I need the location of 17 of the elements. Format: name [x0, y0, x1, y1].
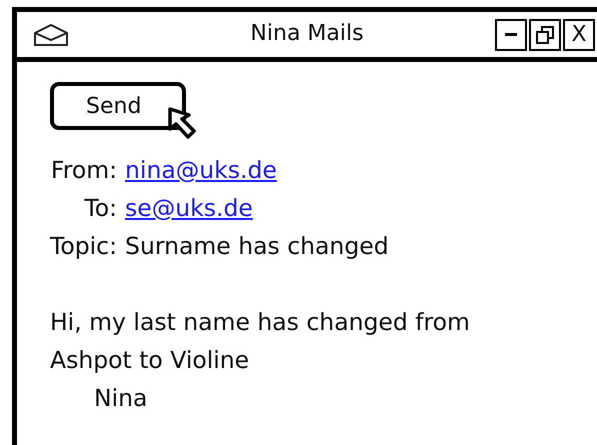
minimize-icon [505, 33, 517, 36]
restore-button[interactable] [529, 18, 561, 50]
field-label: Topic: [50, 231, 118, 262]
field-label: To: [83, 193, 118, 224]
close-button[interactable]: X [563, 18, 595, 50]
email-link[interactable]: nina@uks.de [125, 156, 277, 184]
envelope-icon [33, 22, 69, 46]
message-body: Hi, my last name has changed from Ashpot to Violine [50, 307, 471, 376]
minimize-button[interactable] [495, 18, 527, 50]
window-title: Nina Mails [250, 21, 364, 46]
restore-icon [535, 24, 555, 44]
cursor-icon [167, 107, 199, 141]
send-button[interactable]: Send [50, 82, 186, 130]
field-value: Surname has changed [125, 232, 389, 260]
field-label: From: [50, 155, 118, 186]
signature: Nina [93, 383, 148, 414]
email-link[interactable]: se@uks.de [125, 194, 253, 222]
